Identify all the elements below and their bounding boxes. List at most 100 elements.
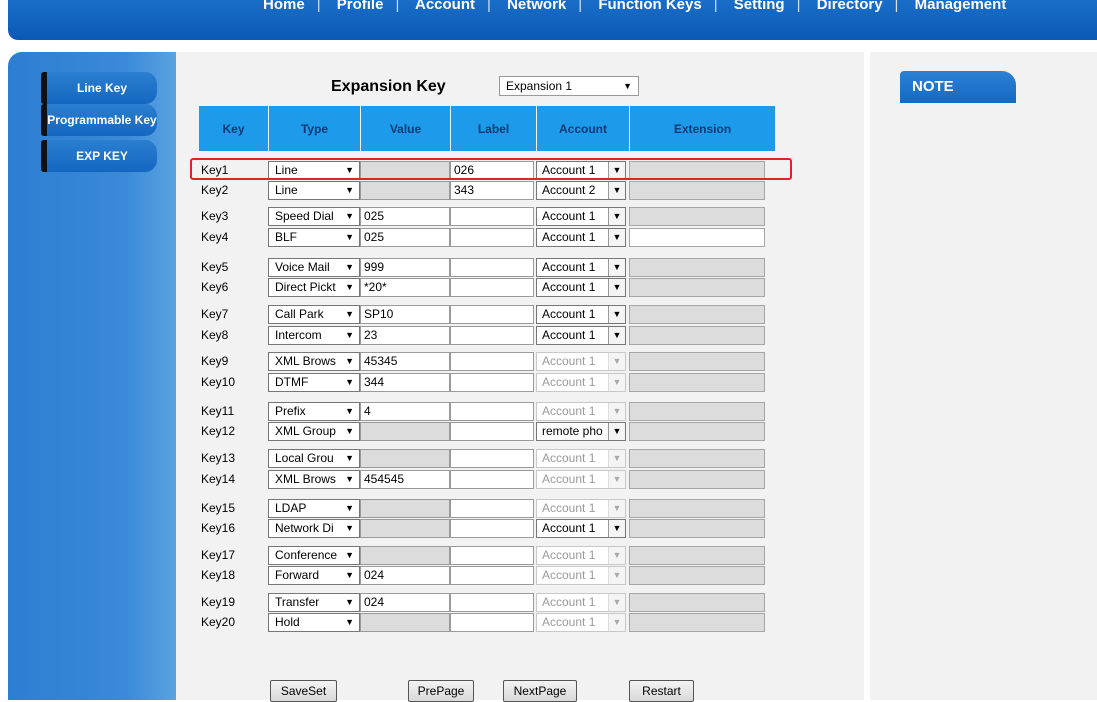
type-select[interactable]: Prefix ▼ — [268, 402, 360, 421]
label-input[interactable] — [450, 228, 534, 247]
extension-input[interactable] — [629, 470, 765, 489]
extension-input[interactable] — [629, 373, 765, 392]
value-input[interactable]: 344 — [360, 373, 450, 392]
restart-button[interactable]: Restart — [629, 680, 694, 702]
account-select[interactable]: Account 1 ▼ — [536, 470, 626, 489]
extension-input[interactable] — [629, 352, 765, 371]
account-select[interactable]: Account 1 ▼ — [536, 207, 626, 226]
saveset-button[interactable]: SaveSet — [270, 680, 337, 702]
account-select[interactable]: Account 1 ▼ — [536, 352, 626, 371]
extension-input[interactable] — [629, 613, 765, 632]
type-select[interactable]: Network Di ▼ — [268, 519, 360, 538]
extension-input[interactable] — [629, 593, 765, 612]
extension-input[interactable] — [629, 499, 765, 518]
sidebar-exp-key[interactable]: EXP KEY — [41, 140, 157, 172]
type-select[interactable]: BLF ▼ — [268, 228, 360, 247]
value-input[interactable]: 454545 — [360, 470, 450, 489]
account-select[interactable]: Account 1 ▼ — [536, 373, 626, 392]
sidebar-line-key[interactable]: Line Key — [41, 72, 157, 104]
expansion-select[interactable]: Expansion 1 ▼ — [499, 76, 639, 96]
extension-input[interactable] — [629, 566, 765, 585]
value-input[interactable]: SP10 — [360, 305, 450, 324]
extension-input[interactable] — [629, 519, 765, 538]
account-select[interactable]: Account 1 ▼ — [536, 402, 626, 421]
value-input[interactable] — [360, 613, 450, 632]
value-input[interactable]: *20* — [360, 278, 450, 297]
extension-input[interactable] — [629, 326, 765, 345]
nav-profile[interactable]: Profile — [337, 0, 384, 13]
extension-input[interactable] — [629, 449, 765, 468]
label-input[interactable] — [450, 546, 534, 565]
extension-input[interactable] — [629, 278, 765, 297]
value-input[interactable] — [360, 546, 450, 565]
value-input[interactable]: 024 — [360, 593, 450, 612]
type-select[interactable]: Intercom ▼ — [268, 326, 360, 345]
type-select[interactable]: XML Brows ▼ — [268, 470, 360, 489]
account-select[interactable]: Account 1 ▼ — [536, 228, 626, 247]
account-select[interactable]: Account 1 ▼ — [536, 305, 626, 324]
type-select[interactable]: Conference ▼ — [268, 546, 360, 565]
value-input[interactable]: 024 — [360, 566, 450, 585]
value-input[interactable]: 025 — [360, 228, 450, 247]
type-select[interactable]: XML Brows ▼ — [268, 352, 360, 371]
type-select[interactable]: Direct Pickt ▼ — [268, 278, 360, 297]
label-input[interactable] — [450, 278, 534, 297]
label-input[interactable] — [450, 499, 534, 518]
account-select[interactable]: Account 1 ▼ — [536, 566, 626, 585]
account-select[interactable]: Account 1 ▼ — [536, 613, 626, 632]
nav-home[interactable]: Home — [263, 0, 305, 13]
value-input[interactable]: 23 — [360, 326, 450, 345]
value-input[interactable]: 025 — [360, 207, 450, 226]
label-input[interactable] — [450, 352, 534, 371]
extension-input[interactable] — [629, 546, 765, 565]
account-select[interactable]: remote pho ▼ — [536, 422, 626, 441]
label-input[interactable]: 343 — [450, 181, 534, 200]
label-input[interactable] — [450, 258, 534, 277]
value-input[interactable] — [360, 519, 450, 538]
type-select[interactable]: Hold ▼ — [268, 613, 360, 632]
nav-network[interactable]: Network — [507, 0, 566, 13]
label-input[interactable] — [450, 470, 534, 489]
extension-input[interactable] — [629, 402, 765, 421]
type-select[interactable]: XML Group ▼ — [268, 422, 360, 441]
type-select[interactable]: Local Grou ▼ — [268, 449, 360, 468]
type-select[interactable]: Forward ▼ — [268, 566, 360, 585]
label-input[interactable] — [450, 593, 534, 612]
type-select[interactable]: Speed Dial ▼ — [268, 207, 360, 226]
account-select[interactable]: Account 1 ▼ — [536, 449, 626, 468]
type-select[interactable]: Call Park ▼ — [268, 305, 360, 324]
label-input[interactable] — [450, 519, 534, 538]
account-select[interactable]: Account 1 ▼ — [536, 519, 626, 538]
value-input[interactable] — [360, 449, 450, 468]
nextpage-button[interactable]: NextPage — [503, 680, 577, 702]
extension-input[interactable] — [629, 207, 765, 226]
account-select[interactable]: Account 1 ▼ — [536, 499, 626, 518]
value-input[interactable] — [360, 181, 450, 200]
account-select[interactable]: Account 1 ▼ — [536, 278, 626, 297]
label-input[interactable] — [450, 613, 534, 632]
extension-input[interactable] — [629, 228, 765, 247]
account-select[interactable]: Account 1 ▼ — [536, 593, 626, 612]
extension-input[interactable] — [629, 305, 765, 324]
extension-input[interactable] — [629, 181, 765, 200]
account-select[interactable]: Account 1 ▼ — [536, 258, 626, 277]
value-input[interactable]: 999 — [360, 258, 450, 277]
label-input[interactable] — [450, 422, 534, 441]
type-select[interactable]: Voice Mail ▼ — [268, 258, 360, 277]
account-select[interactable]: Account 1 ▼ — [536, 326, 626, 345]
nav-directory[interactable]: Directory — [817, 0, 883, 13]
value-input[interactable] — [360, 499, 450, 518]
nav-function-keys[interactable]: Function Keys — [598, 0, 701, 13]
label-input[interactable] — [450, 207, 534, 226]
nav-account[interactable]: Account — [415, 0, 475, 13]
label-input[interactable] — [450, 402, 534, 421]
type-select[interactable]: DTMF ▼ — [268, 373, 360, 392]
extension-input[interactable] — [629, 258, 765, 277]
value-input[interactable] — [360, 422, 450, 441]
type-select[interactable]: Transfer ▼ — [268, 593, 360, 612]
nav-management[interactable]: Management — [915, 0, 1007, 13]
label-input[interactable] — [450, 373, 534, 392]
prepage-button[interactable]: PrePage — [408, 680, 474, 702]
account-select[interactable]: Account 1 ▼ — [536, 546, 626, 565]
extension-input[interactable] — [629, 422, 765, 441]
